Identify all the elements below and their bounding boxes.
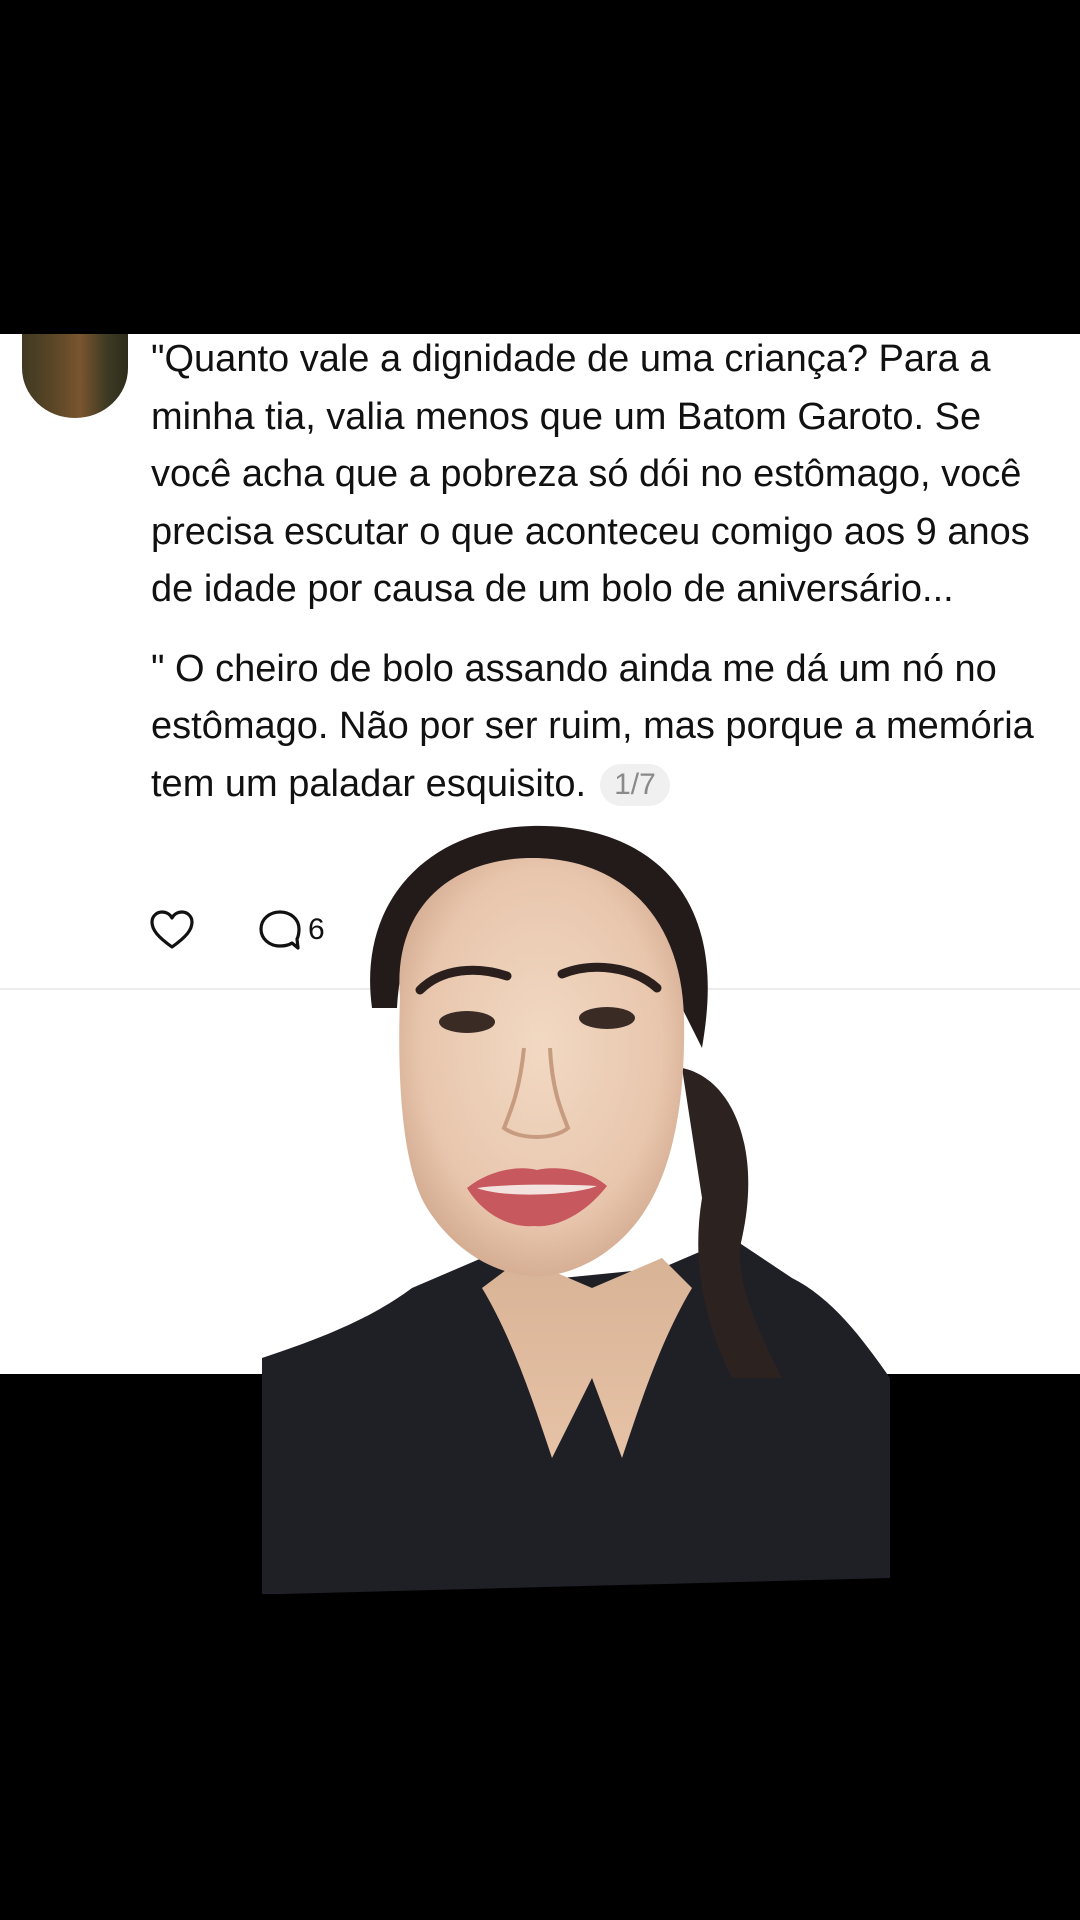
post-text: "Quanto vale a dignidade de uma criança?… [151, 334, 1061, 813]
post-paragraph: "Quanto vale a dignidade de uma criança?… [151, 338, 1030, 610]
heart-icon [150, 910, 194, 949]
like-button[interactable] [150, 910, 194, 950]
post-paragraph-text: " O cheiro de bolo assando ainda me dá u… [151, 647, 1034, 805]
page-counter: 1/7 [600, 763, 670, 806]
post-paragraph: " O cheiro de bolo assando ainda me dá u… [151, 641, 1061, 814]
avatar[interactable] [22, 334, 128, 418]
presenter-video-overlay [262, 825, 890, 1594]
